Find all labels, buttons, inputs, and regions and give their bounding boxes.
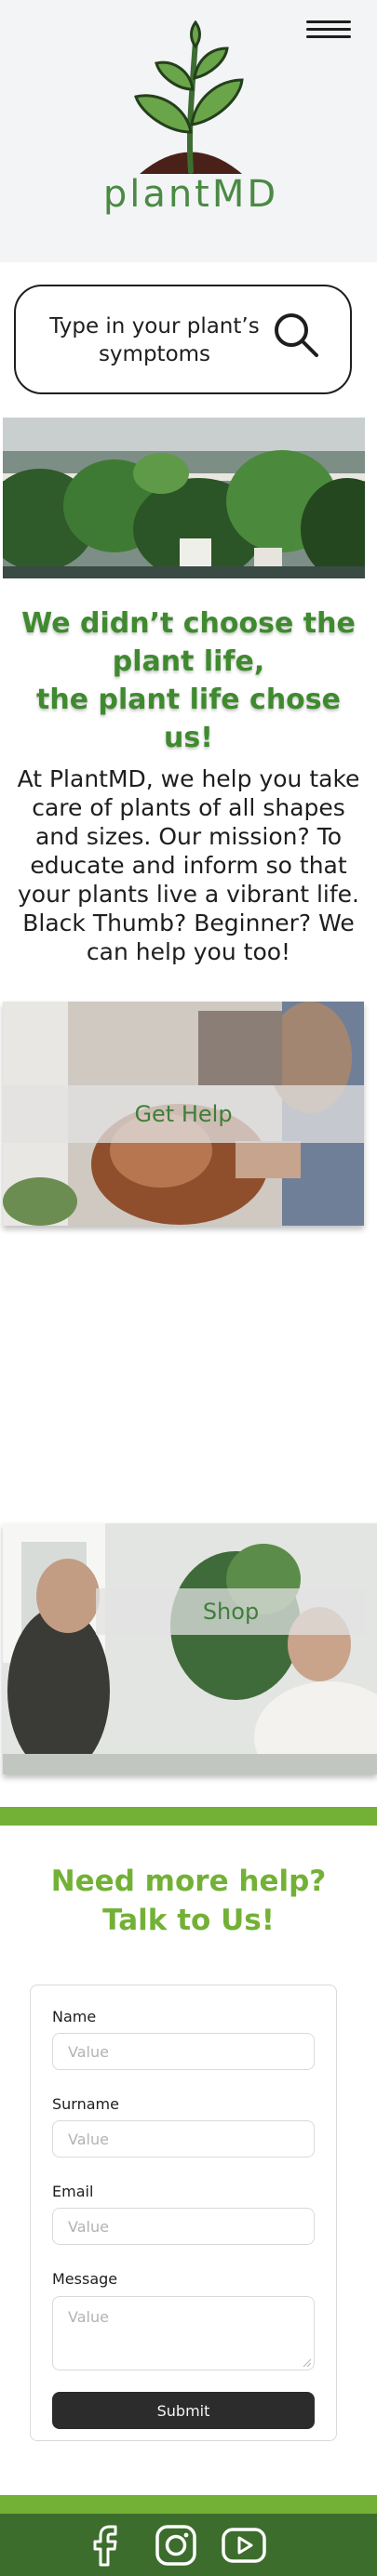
headline-line-2: plant life, (112, 645, 265, 678)
message-label: Message (52, 2270, 118, 2288)
name-field[interactable] (52, 2033, 315, 2070)
page: plantMD Type in your plant’s symptoms We… (0, 0, 377, 2576)
youtube-icon[interactable] (221, 2524, 267, 2567)
brand-wordmark: plantMD (102, 173, 279, 216)
contact-heading-line-1: Need more help? (50, 1865, 327, 1898)
site-logo[interactable]: plantMD (102, 20, 279, 216)
hamburger-menu-icon[interactable] (306, 17, 351, 43)
search-placeholder: Type in your plant’s symptoms (49, 314, 260, 366)
shop-label: Shop (96, 1588, 366, 1635)
email-label: Email (52, 2183, 94, 2200)
headline-line-3: the plant life chose us! (36, 684, 341, 754)
name-label: Name (52, 2008, 97, 2025)
site-header: plantMD (0, 0, 377, 262)
section-divider (0, 1807, 377, 1826)
resize-handle-icon[interactable] (302, 2357, 311, 2367)
sprout-logo-icon (134, 20, 244, 174)
search-icon[interactable] (270, 309, 322, 361)
get-help-card[interactable]: Get Help (3, 1002, 364, 1226)
shop-image (3, 1523, 377, 1774)
mission-statement: At PlantMD, we help you take care of pla… (17, 765, 360, 965)
contact-heading: Need more help? Talk to Us! (0, 1862, 377, 1940)
submit-button[interactable]: Submit (52, 2392, 315, 2429)
instagram-icon[interactable] (155, 2524, 197, 2567)
site-footer (0, 2514, 377, 2576)
message-field[interactable] (52, 2296, 315, 2370)
email-field[interactable] (52, 2208, 315, 2245)
contact-heading-line-2: Talk to Us! (102, 1904, 275, 1937)
shop-card[interactable]: Shop (3, 1523, 377, 1774)
hero-plant-shop-image (3, 418, 365, 578)
symptom-search-box[interactable]: Type in your plant’s symptoms (14, 285, 352, 394)
footer-accent-bar (0, 2495, 377, 2514)
get-help-label: Get Help (3, 1085, 364, 1143)
surname-field[interactable] (52, 2120, 315, 2158)
contact-form: Name Surname Email Message Submit (30, 1985, 337, 2441)
surname-label: Surname (52, 2095, 119, 2113)
headline-line-1: We didn’t choose the (21, 607, 356, 640)
facebook-icon[interactable] (91, 2524, 119, 2567)
hero-headline: We didn’t choose the plant life, the pla… (9, 604, 368, 757)
